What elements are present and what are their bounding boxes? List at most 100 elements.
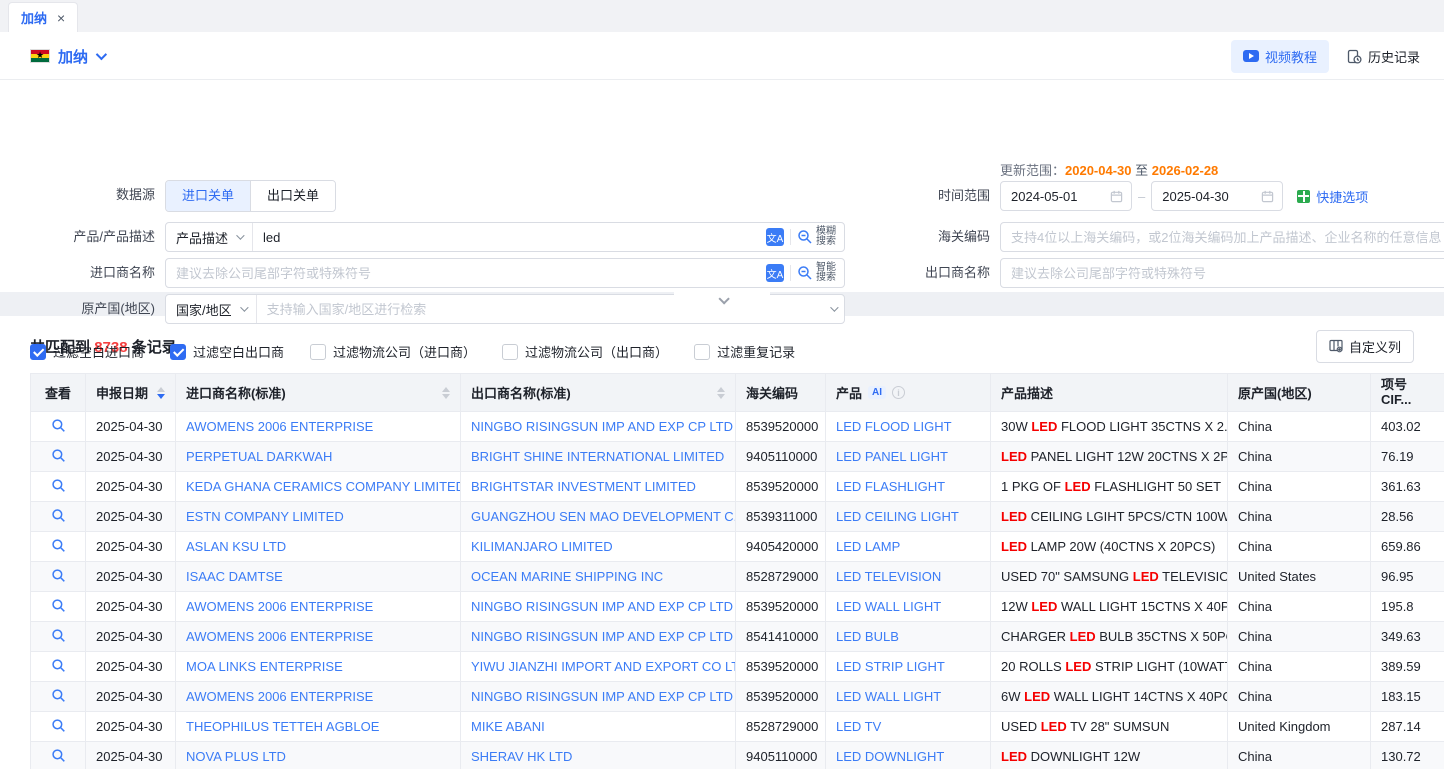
importer-name-input[interactable]: [166, 259, 762, 287]
exporter-link[interactable]: GUANGZHOU SEN MAO DEVELOPMENT C...: [461, 502, 736, 532]
product-link[interactable]: LED STRIP LIGHT: [826, 652, 991, 682]
origin-type-select[interactable]: 国家/地区: [166, 295, 257, 323]
datasource-tab-0[interactable]: 进口关单: [166, 181, 250, 211]
checkbox-unchecked-icon[interactable]: [502, 344, 518, 360]
info-icon[interactable]: i: [892, 386, 905, 399]
customize-columns-button[interactable]: 自定义列: [1316, 330, 1414, 363]
datasource-tab-1[interactable]: 出口关单: [250, 181, 335, 211]
exporter-link[interactable]: NINGBO RISINGSUN IMP AND EXP CP LTD: [461, 622, 736, 652]
country-selector[interactable]: ★ 加纳: [30, 46, 104, 67]
importer-link[interactable]: MOA LINKS ENTERPRISE: [176, 652, 461, 682]
product-link[interactable]: LED WALL LIGHT: [826, 592, 991, 622]
importer-link[interactable]: NOVA PLUS LTD: [176, 742, 461, 769]
view-button[interactable]: [31, 502, 86, 532]
origin-cell: China: [1228, 682, 1371, 712]
tab-close-icon[interactable]: ×: [57, 11, 65, 25]
history-button[interactable]: 历史记录: [1347, 47, 1420, 66]
view-button[interactable]: [31, 532, 86, 562]
product-type-select[interactable]: 产品描述: [166, 223, 253, 251]
product-link[interactable]: LED WALL LIGHT: [826, 682, 991, 712]
exporter-link[interactable]: NINGBO RISINGSUN IMP AND EXP CP LTD: [461, 592, 736, 622]
exporter-link[interactable]: KILIMANJARO LIMITED: [461, 532, 736, 562]
view-button[interactable]: [31, 682, 86, 712]
sort-carets-icon[interactable]: [717, 387, 725, 399]
view-button[interactable]: [31, 592, 86, 622]
column-header-5: 产品AIi: [826, 374, 991, 412]
importer-link[interactable]: ISAAC DAMTSE: [176, 562, 461, 592]
product-link[interactable]: LED TV: [826, 712, 991, 742]
view-button[interactable]: [31, 442, 86, 472]
view-button[interactable]: [31, 652, 86, 682]
table-row: 2025-04-30AWOMENS 2006 ENTERPRISENINGBO …: [31, 682, 1444, 712]
view-button[interactable]: [31, 622, 86, 652]
column-header-1[interactable]: 申报日期: [86, 374, 176, 412]
quick-options-button[interactable]: 快捷选项: [1297, 187, 1368, 206]
importer-link[interactable]: ESTN COMPANY LIMITED: [176, 502, 461, 532]
product-link[interactable]: LED FLOOD LIGHT: [826, 412, 991, 442]
exporter-link[interactable]: BRIGHTSTAR INVESTMENT LIMITED: [461, 472, 736, 502]
exporter-name-input[interactable]: [1001, 259, 1444, 287]
sort-carets-icon[interactable]: [442, 387, 450, 399]
importer-link[interactable]: PERPETUAL DARKWAH: [176, 442, 461, 472]
exporter-link[interactable]: MIKE ABANI: [461, 712, 736, 742]
importer-link[interactable]: THEOPHILUS TETTEH AGBLOE: [176, 712, 461, 742]
product-link[interactable]: LED CEILING LIGHT: [826, 502, 991, 532]
sort-carets-icon[interactable]: [157, 387, 165, 399]
filter-checkbox-1[interactable]: 过滤空白出口商: [170, 342, 284, 361]
column-header-8[interactable]: 项号CIF...: [1371, 374, 1444, 412]
table-row: 2025-04-30AWOMENS 2006 ENTERPRISENINGBO …: [31, 412, 1444, 442]
view-button[interactable]: [31, 472, 86, 502]
collapse-panel-button[interactable]: [674, 292, 770, 309]
product-link[interactable]: LED LAMP: [826, 532, 991, 562]
tab-ghana[interactable]: 加纳 ×: [8, 2, 78, 32]
importer-link[interactable]: KEDA GHANA CERAMICS COMPANY LIMITED: [176, 472, 461, 502]
translate-icon[interactable]: 文A: [766, 264, 784, 282]
filter-checkbox-4[interactable]: 过滤重复记录: [694, 342, 795, 361]
checkbox-checked-icon[interactable]: [30, 344, 46, 360]
table-row: 2025-04-30ISAAC DAMTSEOCEAN MARINE SHIPP…: [31, 562, 1444, 592]
view-button[interactable]: [31, 742, 86, 769]
checkbox-unchecked-icon[interactable]: [310, 344, 326, 360]
smart-search-button[interactable]: 智能 搜索: [797, 263, 836, 284]
description-cell: USED LED TV 28" SUMSUN: [991, 712, 1228, 742]
importer-link[interactable]: AWOMENS 2006 ENTERPRISE: [176, 412, 461, 442]
view-icon: [51, 628, 66, 643]
importer-link[interactable]: AWOMENS 2006 ENTERPRISE: [176, 682, 461, 712]
product-link[interactable]: LED DOWNLIGHT: [826, 742, 991, 769]
view-button[interactable]: [31, 412, 86, 442]
datasource-tabs: 进口关单出口关单: [165, 180, 336, 212]
view-button[interactable]: [31, 562, 86, 592]
video-tutorial-button[interactable]: 视频教程: [1231, 40, 1329, 73]
product-link[interactable]: LED PANEL LIGHT: [826, 442, 991, 472]
product-link[interactable]: LED FLASHLIGHT: [826, 472, 991, 502]
translate-icon[interactable]: 文A: [766, 228, 784, 246]
time-range-control: 2024-05-01 – 2025-04-30 快捷选项: [1000, 181, 1368, 211]
exporter-link[interactable]: YIWU JIANZHI IMPORT AND EXPORT CO LTD: [461, 652, 736, 682]
importer-link[interactable]: AWOMENS 2006 ENTERPRISE: [176, 622, 461, 652]
hs-code-cell: 8539520000: [736, 412, 826, 442]
exporter-link[interactable]: NINGBO RISINGSUN IMP AND EXP CP LTD: [461, 412, 736, 442]
exporter-link[interactable]: OCEAN MARINE SHIPPING INC: [461, 562, 736, 592]
column-header-2[interactable]: 进口商名称(标准): [176, 374, 461, 412]
origin-cell: China: [1228, 412, 1371, 442]
hs-code-input[interactable]: [1001, 223, 1444, 251]
filter-checkbox-2[interactable]: 过滤物流公司（进口商）: [310, 342, 476, 361]
column-header-3[interactable]: 出口商名称(标准): [461, 374, 736, 412]
filter-checkbox-0[interactable]: 过滤空白进口商: [30, 342, 144, 361]
product-search-input[interactable]: [253, 223, 762, 251]
importer-link[interactable]: ASLAN KSU LTD: [176, 532, 461, 562]
exporter-link[interactable]: BRIGHT SHINE INTERNATIONAL LIMITED: [461, 442, 736, 472]
importer-link[interactable]: AWOMENS 2006 ENTERPRISE: [176, 592, 461, 622]
view-icon: [51, 748, 66, 763]
fuzzy-search-button[interactable]: 模糊 搜索: [797, 227, 836, 248]
product-link[interactable]: LED BULB: [826, 622, 991, 652]
checkbox-unchecked-icon[interactable]: [694, 344, 710, 360]
exporter-link[interactable]: SHERAV HK LTD: [461, 742, 736, 769]
date-from-input[interactable]: 2024-05-01: [1000, 181, 1132, 211]
view-button[interactable]: [31, 712, 86, 742]
checkbox-checked-icon[interactable]: [170, 344, 186, 360]
filter-checkbox-3[interactable]: 过滤物流公司（出口商）: [502, 342, 668, 361]
exporter-link[interactable]: NINGBO RISINGSUN IMP AND EXP CP LTD: [461, 682, 736, 712]
date-to-input[interactable]: 2025-04-30: [1151, 181, 1283, 211]
product-link[interactable]: LED TELEVISION: [826, 562, 991, 592]
